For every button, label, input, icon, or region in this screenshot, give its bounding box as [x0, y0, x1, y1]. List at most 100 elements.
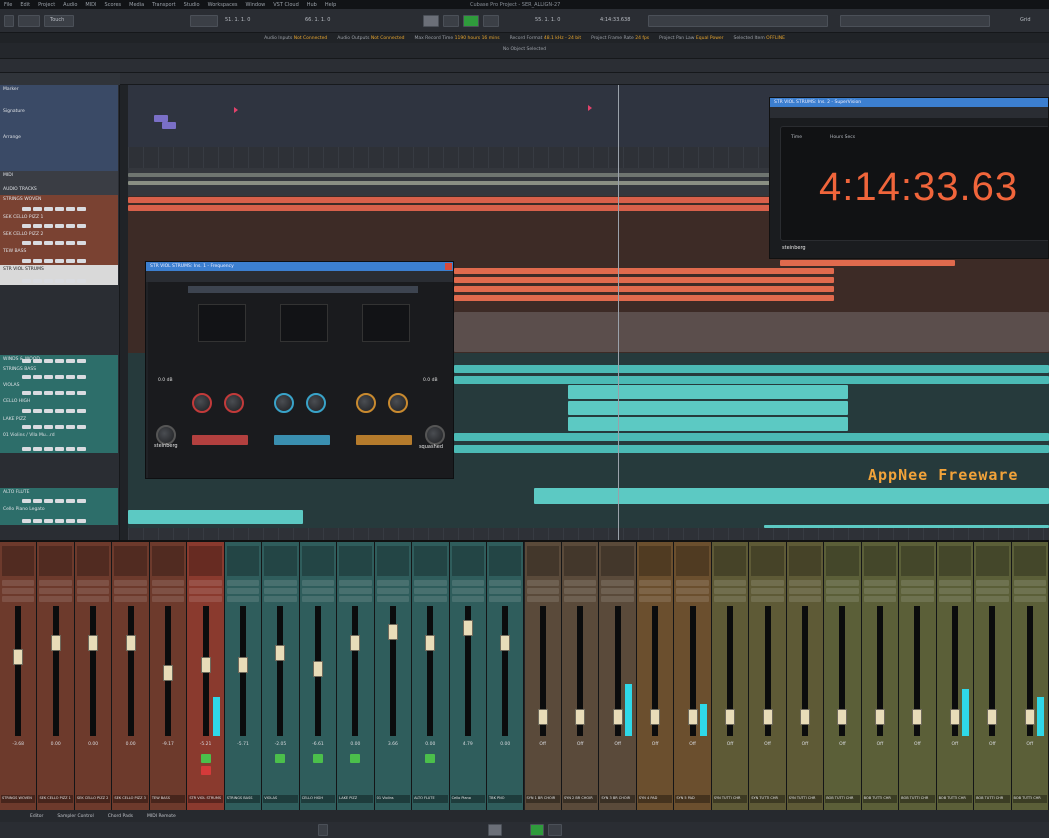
track-header[interactable]: 01 Violins / Vlla Mu...rd: [0, 431, 118, 453]
volume-value[interactable]: 4.79: [450, 742, 486, 747]
track-buttons[interactable]: [22, 409, 86, 413]
volume-value[interactable]: Off: [937, 742, 973, 747]
audio-event[interactable]: [454, 286, 834, 292]
audio-event[interactable]: [780, 260, 955, 266]
volume-value[interactable]: Off: [1012, 742, 1048, 747]
track-control-button[interactable]: [66, 259, 75, 263]
tab-midi-remote[interactable]: MIDI Remote: [147, 814, 176, 819]
track-control-button[interactable]: [33, 391, 42, 395]
band-2-freq-knob[interactable]: [306, 393, 326, 413]
volume-fader[interactable]: [1024, 708, 1035, 725]
track-control-button[interactable]: [22, 409, 31, 413]
track-header[interactable]: MIDI: [0, 171, 118, 185]
channel-control-row[interactable]: [301, 580, 335, 586]
status-item[interactable]: Audio Inputs Not Connected: [264, 36, 327, 41]
track-header[interactable]: SEK CELLO PIZZ 2: [0, 230, 118, 247]
track-control-button[interactable]: [22, 499, 31, 503]
track-header[interactable]: STRINGS BASS: [0, 365, 118, 381]
track-control-button[interactable]: [22, 391, 31, 395]
volume-value[interactable]: 0.00: [412, 742, 448, 747]
track-control-button[interactable]: [77, 259, 86, 263]
channel-control-row[interactable]: [638, 588, 672, 594]
mixer-channel[interactable]: Off SYN 2 BR CHOIR: [561, 542, 600, 812]
channel-control-row[interactable]: [114, 580, 147, 586]
channel-control-row[interactable]: [976, 580, 1009, 586]
menu-file[interactable]: File: [4, 2, 12, 8]
audio-event[interactable]: [454, 277, 834, 283]
band-1-gain-knob[interactable]: [192, 393, 212, 413]
channel-control-row[interactable]: [563, 588, 597, 594]
volume-fader[interactable]: [500, 634, 511, 651]
tool-buttons[interactable]: [648, 15, 828, 27]
automation-lane[interactable]: [454, 312, 1049, 352]
track-control-button[interactable]: [22, 359, 31, 363]
volume-value[interactable]: Off: [824, 742, 860, 747]
mixer-channel[interactable]: Off SYN 3 BR CHOIR: [599, 542, 637, 812]
volume-value[interactable]: Off: [974, 742, 1010, 747]
channel-control-row[interactable]: [414, 580, 447, 586]
band-1-freq-knob[interactable]: [224, 393, 244, 413]
track-buttons[interactable]: [22, 207, 86, 211]
track-control-button[interactable]: [33, 241, 42, 245]
tab-sampler-control[interactable]: Sampler Control: [57, 814, 93, 819]
volume-fader[interactable]: [350, 634, 361, 651]
channel-control-row[interactable]: [638, 580, 672, 586]
track-control-button[interactable]: [66, 279, 75, 283]
mixer-channel[interactable]: 0.00 SEK CELLO PIZZ 1: [37, 542, 75, 812]
track-buttons[interactable]: [22, 224, 86, 228]
track-control-button[interactable]: [22, 279, 31, 283]
track-control-button[interactable]: [66, 425, 75, 429]
track-control-button[interactable]: [33, 409, 42, 413]
band-3-graph[interactable]: [362, 304, 410, 342]
volume-value[interactable]: Off: [712, 742, 748, 747]
channel-control-row[interactable]: [151, 580, 185, 586]
band-3-gain-knob[interactable]: [356, 393, 376, 413]
supervision-window[interactable]: STR VIOL STRUMS: Ins. 2 - SuperVision Ti…: [769, 97, 1049, 259]
channel-control-row[interactable]: [151, 596, 185, 602]
channel-control-row[interactable]: [151, 588, 185, 594]
track-control-button[interactable]: [66, 224, 75, 228]
channel-control-row[interactable]: [938, 580, 972, 586]
track-control-button[interactable]: [33, 447, 42, 451]
mixer-channel[interactable]: 0.00 SEK CELLO PIZZ 2: [74, 542, 113, 812]
track-buttons[interactable]: [22, 447, 86, 451]
track-buttons[interactable]: [22, 391, 86, 395]
track-buttons[interactable]: [22, 241, 86, 245]
track-control-button[interactable]: [55, 279, 64, 283]
track-control-button[interactable]: [44, 519, 53, 523]
volume-value[interactable]: Off: [899, 742, 935, 747]
track-header[interactable]: STR VIOL STRUMS: [0, 265, 118, 285]
track-control-button[interactable]: [44, 499, 53, 503]
channel-control-row[interactable]: [264, 596, 297, 602]
mixer-channel[interactable]: Off SYN 5 PAD: [674, 542, 712, 812]
ruler[interactable]: [120, 73, 1049, 85]
track-control-button[interactable]: [33, 499, 42, 503]
mixer-channel[interactable]: 0.00 LAKE PIZZ: [337, 542, 375, 812]
volume-value[interactable]: Off: [525, 742, 561, 747]
volume-fader[interactable]: [238, 657, 248, 674]
volume-value[interactable]: 3.66: [375, 742, 411, 747]
track-control-button[interactable]: [22, 224, 31, 228]
audio-event[interactable]: [454, 433, 1049, 441]
volume-value[interactable]: Off: [637, 742, 673, 747]
mixer-channel[interactable]: 0.00 SEK CELLO PIZZ 3: [112, 542, 150, 812]
status-item[interactable]: Selected Item OFFLINE: [734, 36, 785, 41]
tab-editor[interactable]: Editor: [30, 814, 43, 819]
channel-control-row[interactable]: [226, 588, 260, 594]
snap-quantize-controls[interactable]: [840, 15, 990, 27]
track-control-button[interactable]: [55, 224, 64, 228]
mixer-channel[interactable]: -5.71 STRINGS BASS: [224, 542, 263, 812]
channel-control-row[interactable]: [863, 596, 897, 602]
mixer-channel[interactable]: 0.00 ALTO FLUTE: [412, 542, 450, 812]
track-control-button[interactable]: [22, 207, 31, 211]
volume-fader[interactable]: [949, 708, 960, 725]
track-control-button[interactable]: [44, 259, 53, 263]
channel-control-row[interactable]: [189, 580, 222, 586]
channel-control-row[interactable]: [376, 580, 410, 586]
mixer-channel[interactable]: 3.66 01 Violins: [374, 542, 413, 812]
mixer-channel[interactable]: -3.68 STRINGS WOVEN: [0, 542, 38, 812]
menu-transport[interactable]: Transport: [152, 2, 175, 8]
channel-control-row[interactable]: [863, 588, 897, 594]
band-2-bar[interactable]: [274, 435, 330, 445]
track-control-button[interactable]: [33, 207, 42, 211]
